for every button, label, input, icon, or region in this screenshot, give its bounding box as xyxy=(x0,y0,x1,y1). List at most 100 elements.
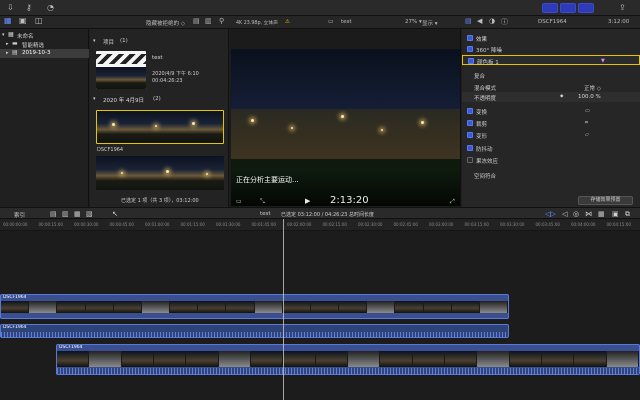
save-effects-preset-button[interactable]: 存储效果预置 xyxy=(578,196,633,205)
skimming-icon[interactable]: ◁▷ xyxy=(545,210,556,218)
clip-overwrite-icon[interactable]: ▧ xyxy=(86,210,93,218)
filmstrip-frame xyxy=(541,351,575,367)
transform-tool-icon[interactable]: ⤡ xyxy=(260,198,265,206)
search-icon[interactable]: ⚲ xyxy=(219,17,224,25)
disclosure-down-icon[interactable]: ▾ xyxy=(93,96,96,102)
select-tool-icon[interactable]: ↖ xyxy=(112,210,118,218)
clip-appearance-icon[interactable]: ▤ xyxy=(193,17,200,25)
viewer-options-icon[interactable]: ▭ xyxy=(236,198,242,205)
effects-browser-icon[interactable]: ▣ xyxy=(612,210,619,218)
ruler-tick-label: 00:04:15:00 xyxy=(606,222,631,227)
library-icon[interactable]: ▦ xyxy=(4,16,12,25)
color-inspector-icon[interactable]: ◑ xyxy=(489,17,495,25)
opacity-row[interactable]: 不透明度 ◆ 100.0 % xyxy=(462,92,640,102)
download-icon[interactable]: ⇩ xyxy=(7,3,14,12)
clip-connect-icon[interactable]: ▤ xyxy=(50,210,57,218)
timeline-clip-secondary[interactable]: DSCF1964 xyxy=(56,344,640,375)
checkbox[interactable] xyxy=(468,58,474,64)
inspector-row-crop[interactable]: 裁剪 ⌗ xyxy=(462,118,640,128)
checkbox[interactable] xyxy=(467,35,473,41)
disclosure-right-icon[interactable]: ▸ xyxy=(6,50,9,56)
titles-icon[interactable]: ◫ xyxy=(35,16,43,25)
checkbox[interactable] xyxy=(467,46,473,52)
checkbox[interactable] xyxy=(467,157,473,163)
transitions-browser-icon[interactable]: ⧉ xyxy=(625,210,630,219)
solo-icon[interactable]: ◎ xyxy=(573,210,579,218)
warning-icon[interactable]: ⚠ xyxy=(285,19,290,25)
disclosure-down-icon[interactable]: ▾ xyxy=(93,38,96,44)
layout-toggle-browser[interactable] xyxy=(542,3,558,13)
blend-mode-select[interactable]: 正常 ◇ xyxy=(584,84,601,92)
key-icon[interactable]: ⚷ xyxy=(26,3,32,12)
timeline-project-name: test xyxy=(260,211,271,217)
layout-toggle-timeline[interactable] xyxy=(560,3,576,13)
format-info: 4K 23.98p, 立体声 xyxy=(236,21,278,26)
crop-overlay-icon[interactable]: ⌗ xyxy=(585,120,588,126)
date-section-title: 2020 年 4月9日 xyxy=(103,98,144,104)
info-inspector-icon[interactable]: ⓘ xyxy=(501,17,508,27)
event-icon: ▤ xyxy=(12,49,18,56)
view-dropdown[interactable]: 显示 ▾ xyxy=(422,19,438,27)
play-button[interactable]: ▶ xyxy=(305,197,310,205)
fullscreen-icon[interactable]: ⤢ xyxy=(450,198,455,206)
checkmark-circle-icon[interactable]: ◔ xyxy=(47,3,54,12)
timeline-ruler[interactable]: 00:00:00:00 00:00:15:00 00:00:30:00 00:00:4… xyxy=(0,219,640,231)
filmstrip-frame xyxy=(218,351,251,367)
inspector-row-stabilization[interactable]: 防抖动 xyxy=(462,143,640,153)
layout-toggle-inspector[interactable] xyxy=(578,3,594,13)
checkbox[interactable] xyxy=(467,145,473,151)
date-section-count: (2) xyxy=(153,96,161,102)
blend-mode-row[interactable]: 混合模式 正常 ◇ xyxy=(462,82,640,92)
inspector-row-transform[interactable]: 变换 ▭ xyxy=(462,106,640,116)
clip-label: DSCF1964 xyxy=(59,345,83,350)
audio-inspector-icon[interactable]: ◀ xyxy=(477,17,482,25)
timeline-area[interactable]: DSCF1964 DSCF1964 DSCF1964 xyxy=(0,231,640,400)
disclosure-down-icon[interactable]: ▾ xyxy=(2,32,5,38)
library-item-root[interactable]: ▾ ▦ 未命名 xyxy=(0,31,89,40)
zoom-dropdown[interactable]: 27% ▾ xyxy=(405,19,422,25)
ruler-tick-label: 00:00:00:00 xyxy=(3,222,28,227)
filmstrip-frame xyxy=(315,351,348,367)
inspector-row-effects[interactable]: 效果 xyxy=(462,33,640,43)
checkbox[interactable] xyxy=(467,132,473,138)
timecode-display[interactable]: 2:13:20 xyxy=(330,195,369,206)
inspector-row-rolling-shutter[interactable]: 果冻效应 xyxy=(462,155,640,165)
timeline-header: 索引 ▤ ▥ ▦ ▧ ↖ test 已选定 03:12:00 / 04:26:2… xyxy=(0,207,640,219)
clip-label: DSCF1964 xyxy=(3,325,27,330)
timeline-clip-audio[interactable]: DSCF1964 xyxy=(0,324,509,338)
folder-icon: ▬ xyxy=(12,40,18,47)
filmstrip-icon[interactable]: ▥ xyxy=(205,17,212,25)
checkbox[interactable] xyxy=(467,120,473,126)
index-button[interactable]: 索引 xyxy=(14,211,25,219)
color-board-icon[interactable]: ▼ xyxy=(601,58,605,64)
opacity-slider-knob-icon[interactable]: ◆ xyxy=(560,94,563,99)
distort-overlay-icon[interactable]: ▱ xyxy=(585,132,589,138)
timeline-clip-primary[interactable]: DSCF1964 xyxy=(0,294,509,319)
project-thumbnail[interactable] xyxy=(96,51,146,89)
clip-thumbnail-selected[interactable] xyxy=(96,110,224,144)
snapping-icon[interactable]: ⋈ xyxy=(585,210,592,218)
inspector-row-color-board[interactable]: 颜色板 1 ▼ xyxy=(462,55,640,66)
project-date: 2020/4/9 下午 6:10 xyxy=(152,71,199,77)
transform-overlay-icon[interactable]: ▭ xyxy=(585,108,590,114)
clip-filmstrip xyxy=(57,351,639,367)
clip-name: DSCF1964 xyxy=(97,147,124,153)
library-item-event[interactable]: ▸ ▤ 2019-10-3 xyxy=(0,49,89,58)
clip-appearance-icon[interactable]: ▦ xyxy=(598,210,605,218)
library-item-smart-collections[interactable]: ▸ ▬ 智能精选 xyxy=(0,40,89,49)
audio-skimming-icon[interactable]: ◁ xyxy=(562,210,567,218)
inspector-row-denoise[interactable]: 360° 降噪 xyxy=(462,44,640,54)
clip-insert-icon[interactable]: ▥ xyxy=(62,210,69,218)
ruler-tick-label: 00:00:15:00 xyxy=(38,222,63,227)
filter-dropdown[interactable]: 隐藏被拒绝的 ◇ xyxy=(146,19,185,27)
video-inspector-icon[interactable]: ▤ xyxy=(465,17,472,25)
photos-icon[interactable]: ▣ xyxy=(19,16,27,25)
clip-thumbnail[interactable] xyxy=(96,156,224,190)
clip-append-icon[interactable]: ▦ xyxy=(74,210,81,218)
disclosure-right-icon[interactable]: ▸ xyxy=(6,41,9,47)
checkbox[interactable] xyxy=(467,108,473,114)
share-icon[interactable]: ⇪ xyxy=(619,3,626,12)
opacity-value[interactable]: 100.0 % xyxy=(578,94,601,100)
playhead[interactable] xyxy=(283,219,284,400)
inspector-row-distort[interactable]: 变形 ▱ xyxy=(462,130,640,140)
